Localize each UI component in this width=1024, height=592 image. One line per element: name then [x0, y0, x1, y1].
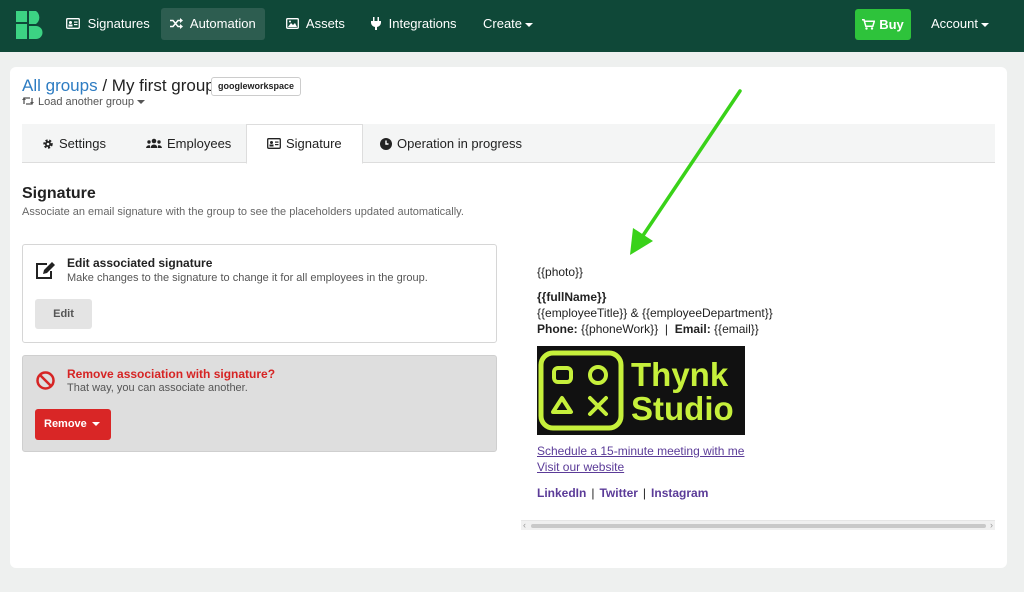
tab-signature-label: Signature	[286, 136, 342, 151]
edit-button[interactable]: Edit	[35, 299, 92, 329]
preview-horizontal-scrollbar[interactable]: ‹ ›	[521, 520, 995, 530]
account-label: Account	[931, 16, 978, 31]
signature-meeting-link[interactable]: Schedule a 15-minute meeting with me	[537, 444, 744, 458]
breadcrumb-separator: /	[97, 76, 112, 95]
chevron-down-icon	[91, 422, 100, 427]
nav-create[interactable]: Create	[474, 8, 542, 40]
signature-phone-label: Phone:	[537, 322, 578, 336]
chevron-down-icon	[137, 100, 146, 105]
breadcrumb-all-groups[interactable]: All groups	[22, 76, 98, 95]
tab-employees[interactable]: Employees	[126, 124, 251, 164]
signature-photo-placeholder: {{photo}}	[537, 265, 584, 279]
nav-integrations-label: Integrations	[388, 16, 457, 31]
remove-button[interactable]: Remove	[35, 409, 111, 440]
tab-settings[interactable]: Settings	[22, 124, 126, 164]
chevron-down-icon	[980, 22, 989, 27]
scrollbar-thumb[interactable]	[531, 524, 986, 528]
signature-full-name: {{fullName}}	[537, 290, 607, 304]
clock-icon	[380, 137, 392, 150]
social-instagram[interactable]: Instagram	[651, 486, 708, 500]
section-title: Signature	[22, 185, 96, 202]
scroll-right-arrow-icon[interactable]: ›	[990, 520, 993, 530]
shuffle-icon	[170, 18, 183, 30]
tab-signature[interactable]: Signature	[246, 124, 363, 164]
plug-icon	[371, 17, 381, 31]
ban-icon	[36, 371, 55, 390]
signature-contact-separator: |	[661, 322, 672, 336]
scroll-left-arrow-icon[interactable]: ‹	[523, 520, 526, 530]
page-title: My first group	[111, 76, 215, 95]
edit-signature-title: Edit associated signature	[67, 256, 213, 270]
id-card-icon	[66, 18, 80, 30]
load-another-label: Load another group	[38, 96, 135, 108]
retweet-icon	[22, 97, 34, 105]
nav-automation[interactable]: Automation	[161, 8, 265, 40]
nav-signatures[interactable]: Signatures	[57, 8, 159, 40]
platform-badge: googleworkspace	[211, 77, 302, 96]
nav-create-label: Create	[483, 16, 523, 31]
nav-assets[interactable]: Assets	[277, 8, 354, 40]
nav-assets-label: Assets	[305, 16, 345, 31]
signature-banner: Thynk Studio	[537, 346, 745, 435]
edit-signature-description: Make changes to the signature to change …	[67, 272, 428, 284]
signature-email-label: Email:	[674, 322, 711, 336]
signature-social-links: LinkedIn | Twitter | Instagram	[537, 486, 709, 500]
id-card-icon	[267, 138, 281, 150]
top-navbar: Signatures Automation Assets Integration…	[0, 0, 1024, 52]
buy-label: Buy	[879, 17, 904, 32]
image-icon	[286, 18, 299, 30]
remove-association-title: Remove association with signature?	[67, 367, 276, 381]
banner-text-2: Studio	[631, 390, 734, 427]
buy-button[interactable]: Buy	[855, 9, 911, 40]
chevron-down-icon	[525, 22, 534, 27]
nav-signatures-label: Signatures	[87, 16, 150, 31]
tab-operation-label: Operation in progress	[397, 136, 523, 151]
edit-icon	[36, 262, 55, 279]
nav-integrations[interactable]: Integrations	[362, 8, 466, 40]
account-menu[interactable]: Account	[922, 8, 998, 40]
remove-association-description: That way, you can associate another.	[67, 382, 248, 394]
gear-icon	[43, 138, 53, 149]
users-icon	[146, 138, 162, 149]
section-description: Associate an email signature with the gr…	[22, 206, 464, 218]
cart-icon	[862, 19, 876, 30]
tab-employees-label: Employees	[167, 136, 232, 151]
tab-operation-in-progress[interactable]: Operation in progress	[360, 124, 542, 164]
banner-text-1: Thynk	[631, 356, 729, 393]
social-twitter[interactable]: Twitter	[599, 486, 637, 500]
nav-automation-label: Automation	[189, 16, 256, 31]
signature-email-value: {{email}}	[714, 322, 759, 336]
annotation-arrow-icon	[630, 89, 742, 255]
social-linkedin[interactable]: LinkedIn	[537, 486, 586, 500]
load-another-group[interactable]: Load another group	[22, 96, 146, 108]
signature-title-line: {{employeeTitle}} & {{employeeDepartment…	[537, 306, 773, 320]
signature-phone-value: {{phoneWork}}	[581, 322, 659, 336]
breadcrumb: All groups / My first group	[22, 76, 215, 96]
tab-settings-label: Settings	[59, 136, 106, 151]
thynk-studio-logo: Thynk Studio	[537, 346, 745, 435]
remove-button-label: Remove	[44, 418, 87, 430]
signature-contact-line: Phone: {{phoneWork}} | Email: {{email}}	[537, 322, 759, 336]
app-logo[interactable]	[16, 11, 44, 39]
signature-website-link[interactable]: Visit our website	[537, 460, 624, 474]
